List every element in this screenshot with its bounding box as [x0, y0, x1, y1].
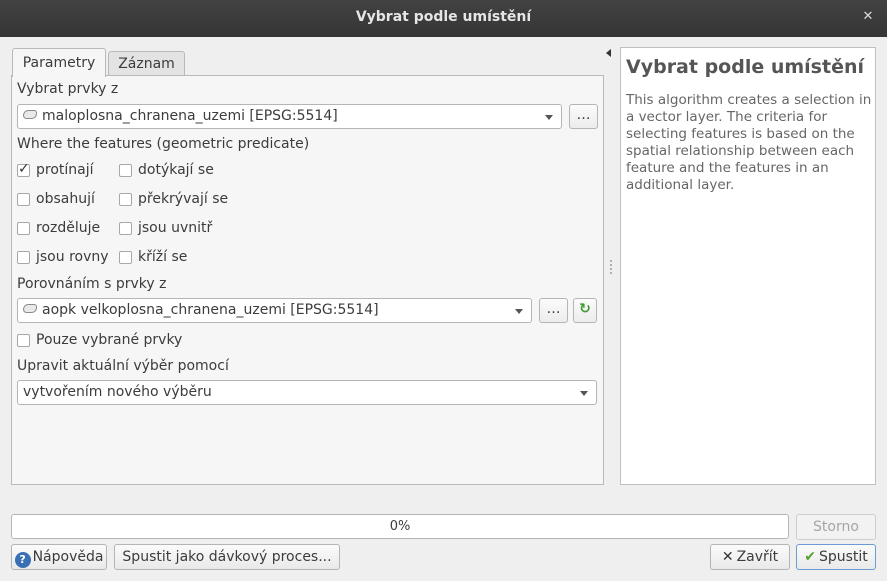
- checkbox-box: [17, 193, 30, 206]
- checkbox-label: jsou rovny: [36, 249, 109, 265]
- select-features-combo[interactable]: maloplosna_chranena_uzemi [EPSG:5514]: [17, 104, 562, 129]
- batch-process-button[interactable]: Spustit jako dávkový proces...: [114, 544, 340, 570]
- dialog-window: Vybrat podle umístění ✕ Parametry Záznam…: [0, 0, 887, 581]
- run-button-label: Spustit: [818, 549, 868, 565]
- select-features-browse-button[interactable]: …: [569, 104, 598, 129]
- refresh-icon: ↻: [579, 301, 591, 317]
- modify-selection-label: Upravit aktuální výběr pomocí: [17, 358, 229, 374]
- predicate-label: Where the features (geometric predicate): [17, 136, 310, 152]
- modify-selection-combo[interactable]: vytvořením nového výběru: [17, 380, 597, 405]
- checkbox-box: [17, 251, 30, 264]
- help-icon: ?: [14, 552, 31, 568]
- title-bar: Vybrat podle umístění ✕: [0, 0, 887, 37]
- progress-label: 0%: [389, 519, 411, 534]
- checkbox-box: [119, 251, 132, 264]
- parameters-panel: Vybrat prvky z maloplosna_chranena_uzemi…: [11, 75, 604, 485]
- compare-label: Porovnáním s prvky z: [17, 276, 167, 292]
- checkbox-label: obsahují: [36, 191, 95, 207]
- tab-parameters[interactable]: Parametry: [12, 48, 106, 77]
- chevron-down-icon: [515, 309, 523, 314]
- chevron-down-icon: [580, 391, 588, 396]
- collapse-help-icon[interactable]: [606, 49, 611, 57]
- close-button-label: Zavřít: [736, 549, 779, 565]
- iterate-button[interactable]: ↻: [573, 298, 597, 323]
- checkbox-box: [119, 222, 132, 235]
- checkbox-label: překrývají se: [138, 191, 229, 207]
- help-panel: Vybrat podle umístění This algorithm cre…: [620, 47, 876, 485]
- compare-features-value: aopk velkoplosna_chranena_uzemi [EPSG:55…: [42, 302, 379, 318]
- checkbox-label: protínají: [36, 162, 94, 178]
- window-title: Vybrat podle umístění: [355, 9, 532, 25]
- help-title: Vybrat podle umístění: [626, 56, 865, 78]
- polygon-layer-icon: [23, 110, 37, 119]
- checkbox-box: [119, 193, 132, 206]
- select-features-value: maloplosna_chranena_uzemi [EPSG:5514]: [42, 108, 338, 124]
- modify-selection-value: vytvořením nového výběru: [23, 384, 212, 400]
- checkbox-box: [17, 161, 30, 177]
- compare-features-combo[interactable]: aopk velkoplosna_chranena_uzemi [EPSG:55…: [17, 298, 532, 323]
- select-features-label: Vybrat prvky z: [17, 81, 119, 97]
- cancel-button[interactable]: Storno: [796, 514, 876, 540]
- close-icon[interactable]: ✕: [860, 9, 876, 25]
- close-icon: ✕: [721, 549, 734, 565]
- help-button-label: Nápověda: [32, 549, 104, 565]
- close-button[interactable]: ✕ Zavřít: [710, 544, 790, 570]
- checkbox-label: kříží se: [138, 249, 188, 265]
- help-text: This algorithm creates a selection in a …: [626, 92, 872, 193]
- checkbox-box: [17, 222, 30, 235]
- checkbox-label: jsou uvnitř: [138, 220, 213, 236]
- progress-bar: 0%: [11, 514, 789, 539]
- checkbox-box: [119, 164, 132, 177]
- checkbox-box: [17, 334, 30, 347]
- run-button[interactable]: ✔ Spustit: [796, 544, 876, 570]
- checkbox-label: Pouze vybrané prvky: [36, 332, 183, 348]
- checkmark-icon: ✔: [804, 549, 816, 565]
- tab-log[interactable]: Záznam: [108, 51, 185, 76]
- splitter-handle[interactable]: [610, 260, 612, 274]
- help-button[interactable]: ? Nápověda: [11, 544, 107, 570]
- polygon-layer-icon: [23, 304, 37, 313]
- chevron-down-icon: [545, 115, 553, 120]
- checkbox-label: dotýkají se: [138, 162, 214, 178]
- checkbox-label: rozděluje: [36, 220, 101, 236]
- compare-features-browse-button[interactable]: …: [539, 298, 568, 323]
